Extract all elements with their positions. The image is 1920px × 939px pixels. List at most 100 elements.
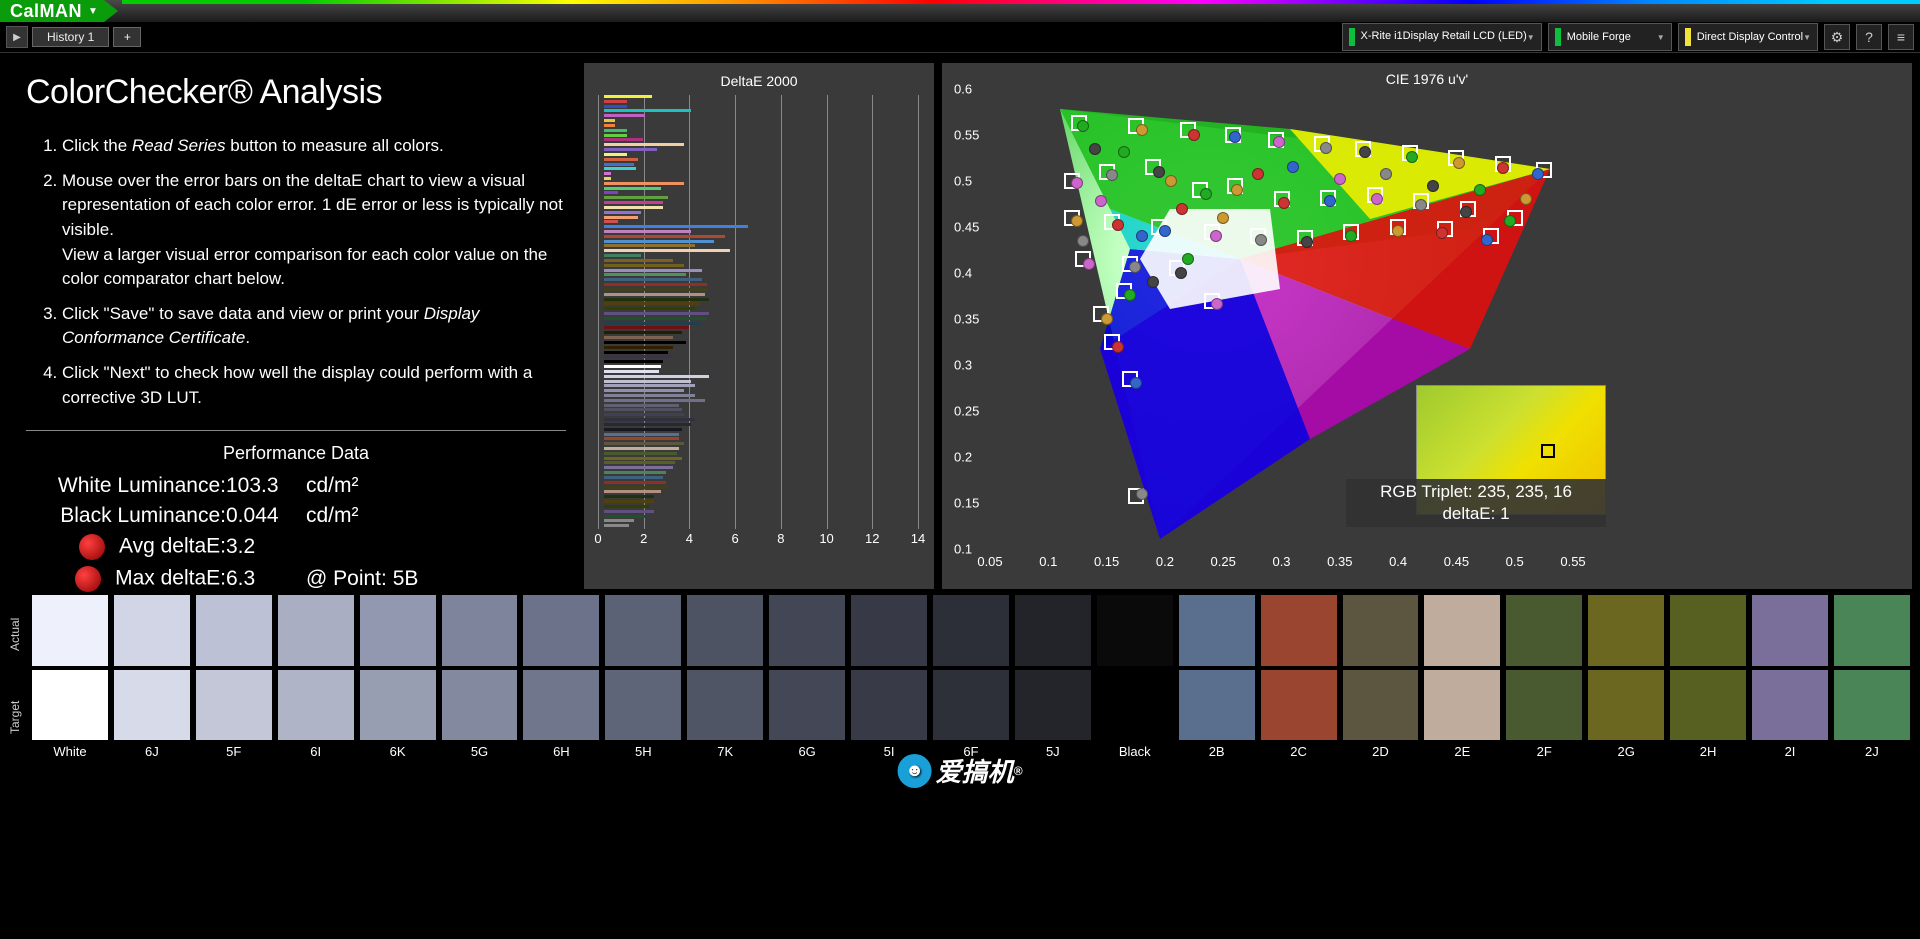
swatch-target[interactable] <box>1422 668 1502 743</box>
cie-measured-point[interactable] <box>1392 225 1404 237</box>
deltae-bar[interactable] <box>604 138 643 141</box>
deltae-bar[interactable] <box>604 196 668 199</box>
deltae-bar[interactable] <box>604 302 700 305</box>
deltae-bar[interactable] <box>604 471 666 474</box>
deltae-bar[interactable] <box>604 206 663 209</box>
cie-measured-point[interactable] <box>1175 267 1187 279</box>
deltae-bar[interactable] <box>604 370 659 373</box>
deltae-bar[interactable] <box>604 423 691 426</box>
cie-measured-point[interactable] <box>1182 253 1194 265</box>
cie-measured-point[interactable] <box>1176 203 1188 215</box>
cie-measured-point[interactable] <box>1211 298 1223 310</box>
swatch-actual[interactable] <box>1668 593 1748 668</box>
cie-measured-point[interactable] <box>1345 230 1357 242</box>
cie-measured-point[interactable] <box>1101 313 1113 325</box>
swatch-actual[interactable] <box>1750 593 1830 668</box>
deltae-bar[interactable] <box>604 307 695 310</box>
deltae-bar[interactable] <box>604 360 663 363</box>
cie-measured-point[interactable] <box>1217 212 1229 224</box>
swatch-actual[interactable] <box>276 593 356 668</box>
deltae-bar[interactable] <box>604 273 686 276</box>
swatch-actual[interactable] <box>30 593 110 668</box>
deltae-bar[interactable] <box>604 129 627 132</box>
swatch-target[interactable] <box>767 668 847 743</box>
swatch-target[interactable] <box>194 668 274 743</box>
swatch-actual[interactable] <box>1504 593 1584 668</box>
cie-plot[interactable]: RGB Triplet: 235, 235, 16deltaE: 1 0.10.… <box>990 89 1608 549</box>
cie-measured-point[interactable] <box>1497 162 1509 174</box>
deltae-bar[interactable] <box>604 288 707 291</box>
deltae-bar[interactable] <box>604 259 673 262</box>
cie-measured-point[interactable] <box>1118 146 1130 158</box>
swatch-target[interactable] <box>521 668 601 743</box>
swatch-actual[interactable] <box>1013 593 1093 668</box>
cie-measured-point[interactable] <box>1231 184 1243 196</box>
swatch-actual[interactable] <box>849 593 929 668</box>
deltae-bar[interactable] <box>604 317 707 320</box>
cie-measured-point[interactable] <box>1229 131 1241 143</box>
deltae-bar[interactable] <box>604 216 638 219</box>
cie-measured-point[interactable] <box>1112 341 1124 353</box>
deltae-bar[interactable] <box>604 177 611 180</box>
cie-measured-point[interactable] <box>1106 169 1118 181</box>
deltae-bar[interactable] <box>604 182 684 185</box>
swatch-target[interactable] <box>1750 668 1830 743</box>
deltae-bar[interactable] <box>604 442 684 445</box>
swatch-actual[interactable] <box>194 593 274 668</box>
cie-measured-point[interactable] <box>1371 193 1383 205</box>
menu-button[interactable]: ≡ <box>1888 24 1914 50</box>
cie-measured-point[interactable] <box>1200 188 1212 200</box>
swatch-actual[interactable] <box>603 593 683 668</box>
cie-measured-point[interactable] <box>1481 234 1493 246</box>
deltae-bar[interactable] <box>604 355 673 358</box>
cie-measured-point[interactable] <box>1136 230 1148 242</box>
deltae-bar[interactable] <box>604 105 627 108</box>
cie-measured-point[interactable] <box>1532 168 1544 180</box>
cie-measured-point[interactable] <box>1089 143 1101 155</box>
swatch-target[interactable] <box>276 668 356 743</box>
cie-measured-point[interactable] <box>1129 261 1141 273</box>
settings-button[interactable]: ⚙ <box>1824 24 1850 50</box>
swatch-actual[interactable] <box>1259 593 1339 668</box>
deltae-bar[interactable] <box>604 437 679 440</box>
deltae-bar[interactable] <box>604 240 714 243</box>
swatch-actual[interactable] <box>767 593 847 668</box>
deltae-bar[interactable] <box>604 312 709 315</box>
cie-measured-point[interactable] <box>1278 197 1290 209</box>
deltae-bar[interactable] <box>604 220 618 223</box>
deltae-bar[interactable] <box>604 244 695 247</box>
cie-measured-point[interactable] <box>1436 227 1448 239</box>
cie-measured-point[interactable] <box>1071 215 1083 227</box>
deltae-bar[interactable] <box>604 187 661 190</box>
deltae-bar[interactable] <box>604 158 638 161</box>
swatch-actual[interactable] <box>1341 593 1421 668</box>
deltae-bar[interactable] <box>604 249 730 252</box>
swatch-target[interactable] <box>1341 668 1421 743</box>
swatch-target[interactable] <box>603 668 683 743</box>
deltae-bar[interactable] <box>604 153 627 156</box>
cie-measured-point[interactable] <box>1359 146 1371 158</box>
swatch-target[interactable] <box>1013 668 1093 743</box>
deltae-bar[interactable] <box>604 433 679 436</box>
deltae-bar[interactable] <box>604 408 682 411</box>
deltae-bars[interactable]: 02468101214 <box>592 95 926 551</box>
cie-measured-point[interactable] <box>1255 234 1267 246</box>
deltae-bar[interactable] <box>604 481 666 484</box>
deltae-bar[interactable] <box>604 148 657 151</box>
deltae-bar[interactable] <box>604 119 615 122</box>
tab-add-button[interactable]: + <box>113 27 141 47</box>
deltae-bar[interactable] <box>604 380 691 383</box>
cie-measured-point[interactable] <box>1324 195 1336 207</box>
swatch-target[interactable] <box>1259 668 1339 743</box>
deltae-bar[interactable] <box>604 109 691 112</box>
deltae-bar[interactable] <box>604 264 684 267</box>
swatch-actual[interactable] <box>1177 593 1257 668</box>
deltae-bar[interactable] <box>604 418 695 421</box>
deltae-bar[interactable] <box>604 114 645 117</box>
cie-measured-point[interactable] <box>1071 177 1083 189</box>
swatch-target[interactable] <box>1095 668 1175 743</box>
cie-measured-point[interactable] <box>1188 129 1200 141</box>
deltae-bar[interactable] <box>604 452 677 455</box>
deltae-bar[interactable] <box>604 389 684 392</box>
cie-measured-point[interactable] <box>1427 180 1439 192</box>
